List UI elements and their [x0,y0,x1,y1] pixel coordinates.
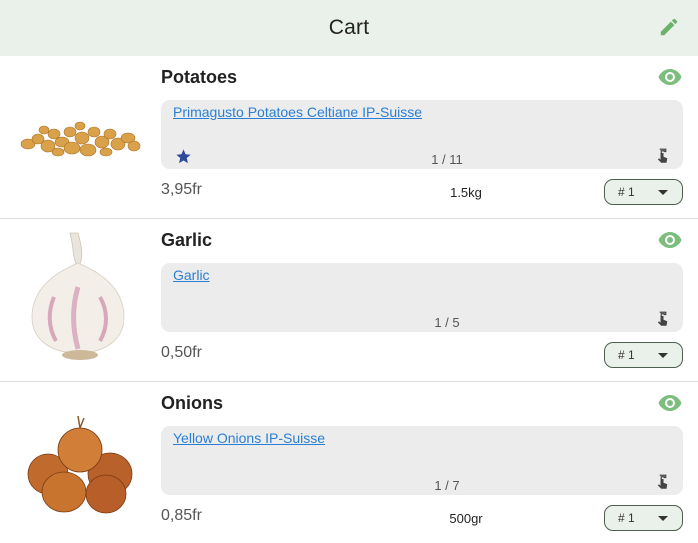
touch-icon[interactable] [653,473,671,491]
match-select[interactable]: # 1 [604,505,683,531]
cart-item: Potatoes Primagusto Potatoes Celtiane IP… [0,56,698,219]
match-pager: 1 / 11 [431,152,463,167]
product-match-box: Primagusto Potatoes Celtiane IP-Suisse 1… [161,100,683,169]
eye-icon[interactable] [658,68,682,86]
match-pager: 1 / 5 [434,315,460,330]
match-pager: 1 / 7 [434,478,460,493]
eye-icon[interactable] [658,394,682,412]
product-link[interactable]: Garlic [173,267,210,283]
product-link[interactable]: Yellow Onions IP-Suisse [173,430,325,446]
item-price: 0,50fr [161,344,202,361]
touch-icon[interactable] [653,147,671,165]
pencil-icon[interactable] [658,16,680,38]
app-header: Cart [0,0,698,56]
dropdown-caret-icon [658,190,668,195]
cart-item: Onions Yellow Onions IP-Suisse 1 / 7 0,8… [0,382,698,543]
eye-icon[interactable] [658,231,682,249]
item-quantity: 1.5kg [450,185,482,200]
dropdown-caret-icon [658,353,668,358]
product-match-box: Garlic 1 / 5 [161,263,683,332]
product-link[interactable]: Primagusto Potatoes Celtiane IP-Suisse [173,104,422,120]
select-value: # 1 [618,511,635,525]
garlic-image [31,232,125,360]
item-name: Potatoes [161,67,238,87]
select-value: # 1 [618,185,635,199]
dropdown-caret-icon [658,516,668,521]
match-select[interactable]: # 1 [604,342,683,368]
touch-icon[interactable] [653,310,671,328]
item-price: 0,85fr [161,507,202,524]
item-quantity: 500gr [449,511,483,526]
cart-item: Garlic Garlic 1 / 5 0,50fr # 1 [0,219,698,382]
item-name: Garlic [161,230,213,250]
select-value: # 1 [618,348,635,362]
item-price: 3,95fr [161,181,202,198]
product-match-box: Yellow Onions IP-Suisse 1 / 7 [161,426,683,495]
page-title: Cart [328,16,370,39]
item-name: Onions [161,393,223,413]
onions-image [27,415,133,514]
potatoes-image [20,121,141,157]
match-select[interactable]: # 1 [604,179,683,205]
